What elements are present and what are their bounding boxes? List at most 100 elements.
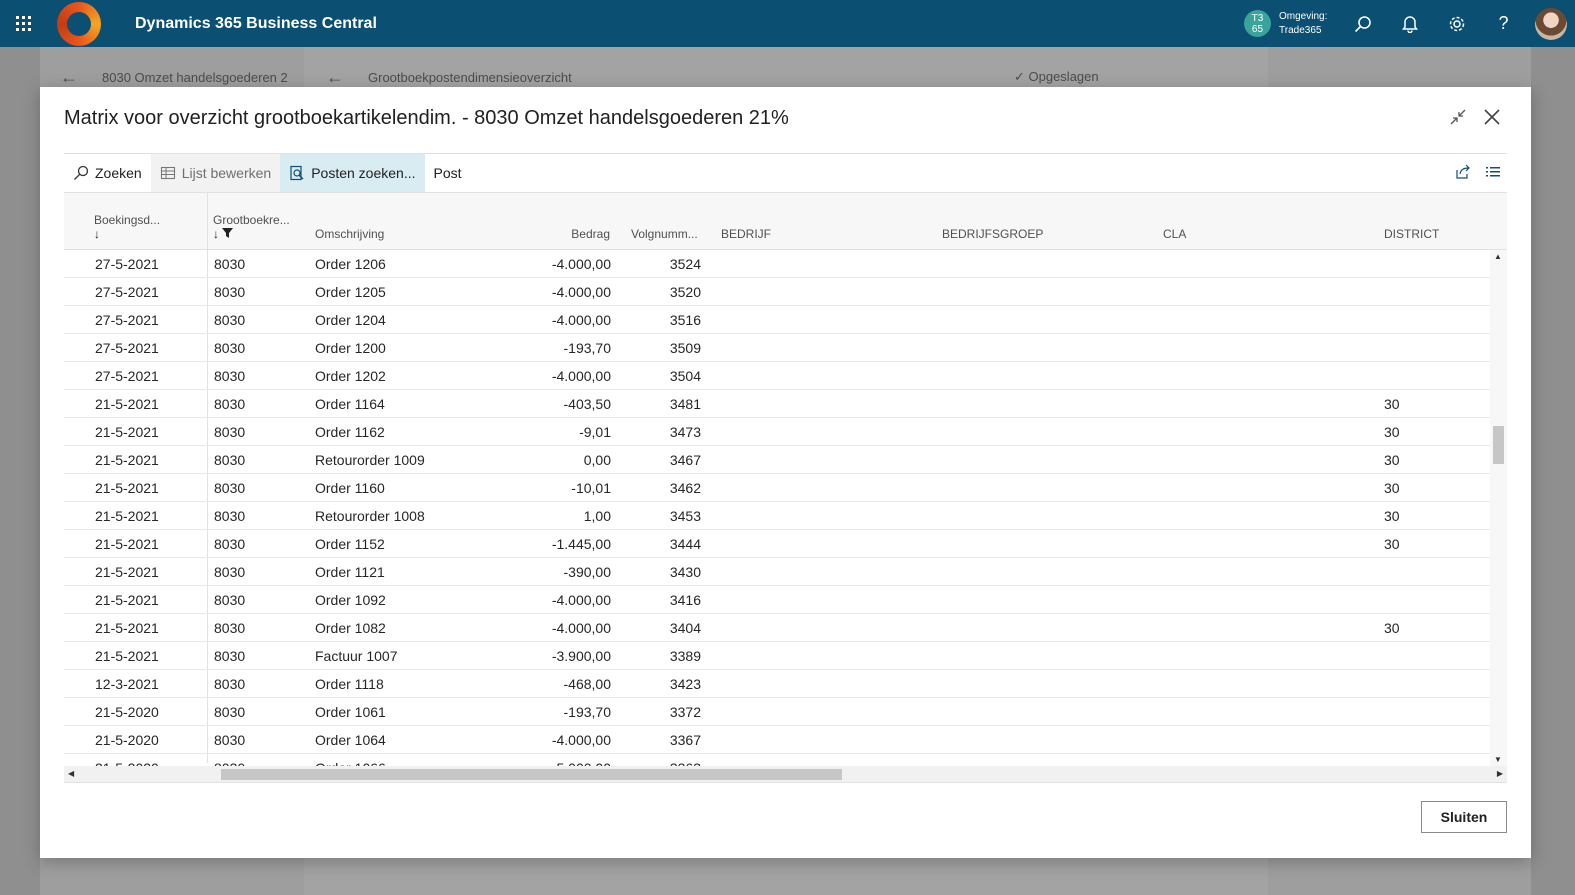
edit-list-icon (160, 166, 175, 180)
table-row[interactable]: 27-5-2021 8030 Order 1204 -4.000,00 3516 (64, 306, 1490, 334)
table-row[interactable]: 12-3-2021 8030 Order 1118 -468,00 3423 (64, 670, 1490, 698)
gear-icon (1449, 16, 1464, 31)
vertical-scroll-thumb[interactable] (1493, 426, 1504, 464)
cell-posting-date: 21-5-2020 (95, 704, 159, 720)
cell-gl-account: 8030 (214, 340, 246, 356)
cell-amount: -4.000,00 (551, 620, 611, 636)
cell-gl-account: 8030 (214, 704, 246, 720)
environment-name: Trade365 (1279, 24, 1322, 36)
cell-gl-account: 8030 (214, 368, 246, 384)
app-launcher-button[interactable] (0, 0, 47, 47)
cell-posting-date: 21-5-2021 (95, 396, 159, 412)
col-header-posting-date[interactable]: Boekingsd... ↓ (94, 213, 160, 241)
find-entries-action[interactable]: Posten zoeken... (280, 154, 425, 192)
table-row[interactable]: 21-5-2020 8030 Order 1061 -193,70 3372 (64, 698, 1490, 726)
cell-gl-account: 8030 (214, 592, 246, 608)
table-row[interactable]: 21-5-2021 8030 Order 1092 -4.000,00 3416 (64, 586, 1490, 614)
cell-description: Order 1152 (315, 536, 385, 552)
table-row[interactable]: 21-5-2021 8030 Order 1162 -9,01 3473 30 (64, 418, 1490, 446)
col-header-district[interactable]: DISTRICT (1384, 227, 1439, 241)
list-icon (1486, 166, 1500, 176)
cell-gl-account: 8030 (214, 676, 246, 692)
search-icon (74, 165, 89, 180)
table-row[interactable]: 27-5-2021 8030 Order 1205 -4.000,00 3520 (64, 278, 1490, 306)
cell-entry-no: 3430 (669, 564, 701, 580)
cell-amount: -1.445,00 (551, 536, 611, 552)
table-row[interactable]: 27-5-2021 8030 Order 1202 -4.000,00 3504 (64, 362, 1490, 390)
cell-amount: -4.000,00 (551, 284, 611, 300)
app-title[interactable]: Dynamics 365 Business Central (135, 15, 377, 33)
cell-entry-no: 3509 (669, 340, 701, 356)
close-button[interactable]: Sluiten (1421, 801, 1507, 833)
table-row[interactable]: 21-5-2021 8030 Order 1164 -403,50 3481 30 (64, 390, 1490, 418)
scroll-right-icon[interactable]: ▶ (1497, 769, 1503, 778)
col-header-cla[interactable]: CLA (1163, 227, 1186, 241)
background-page-2-title: Grootboekpostendimensieoverzicht (368, 69, 572, 85)
table-row[interactable]: 21-5-2021 8030 Order 1152 -1.445,00 3444 30 (64, 530, 1490, 558)
table-row[interactable]: 21-5-2021 8030 Order 1082 -4.000,00 3404 30 (64, 614, 1490, 642)
table-row[interactable]: 21-5-2021 8030 Order 1160 -10,01 3462 30 (64, 474, 1490, 502)
back-arrow-icon[interactable]: ← (60, 67, 78, 88)
share-button[interactable] (1455, 164, 1471, 183)
cell-entry-no: 3481 (669, 396, 701, 412)
col-header-bedrijf[interactable]: BEDRIJF (721, 227, 771, 241)
environment-badge[interactable]: T3 65 (1244, 10, 1271, 37)
cell-district: 30 (1384, 480, 1400, 496)
horizontal-scroll-thumb[interactable] (221, 769, 842, 780)
col-header-gl-account-label: Grootboekre... (213, 213, 290, 227)
horizontal-scrollbar[interactable]: ◀ ▶ (64, 766, 1507, 783)
cell-entry-no: 3416 (669, 592, 701, 608)
cell-description: Retourorder 1009 (315, 452, 425, 468)
cell-description: Order 1082 (315, 620, 386, 636)
scroll-down-icon[interactable]: ▼ (1494, 755, 1502, 764)
cell-amount: -193,70 (563, 704, 611, 720)
col-header-amount[interactable]: Bedrag (504, 227, 610, 241)
help-button[interactable]: ? (1480, 0, 1527, 47)
table-row[interactable]: 27-5-2021 8030 Order 1206 -4.000,00 3524 (64, 250, 1490, 278)
close-icon (1484, 109, 1500, 125)
cell-entry-no: 3367 (669, 732, 701, 748)
col-header-bedrijfsgroep[interactable]: BEDRIJFSGROEP (942, 227, 1043, 241)
post-action[interactable]: Post (425, 154, 471, 192)
cell-entry-no: 3473 (669, 424, 701, 440)
scroll-up-icon[interactable]: ▲ (1494, 252, 1502, 261)
cell-posting-date: 21-5-2020 (95, 732, 159, 748)
cell-gl-account: 8030 (214, 424, 246, 440)
waffle-icon (16, 16, 31, 31)
back-arrow-icon[interactable]: ← (326, 67, 344, 88)
close-dialog-button[interactable] (1481, 105, 1503, 129)
col-header-entry-no[interactable]: Volgnumm... (631, 227, 698, 241)
cell-district: 30 (1384, 396, 1400, 412)
col-header-description[interactable]: Omschrijving (315, 227, 384, 241)
table-row[interactable]: 21-5-2020 8030 Order 1064 -4.000,00 3367 (64, 726, 1490, 754)
notifications-button[interactable] (1386, 0, 1433, 47)
cell-amount: -9,01 (579, 424, 611, 440)
table-row[interactable]: 21-5-2021 8030 Order 1121 -390,00 3430 (64, 558, 1490, 586)
search-action[interactable]: Zoeken (64, 154, 151, 192)
search-button[interactable] (1339, 0, 1386, 47)
col-header-gl-account[interactable]: Grootboekre... ↓ (213, 213, 290, 241)
cell-posting-date: 12-3-2021 (95, 676, 159, 692)
vertical-scrollbar[interactable]: ▲ ▼ (1490, 250, 1507, 766)
table-row[interactable]: 21-5-2021 8030 Retourorder 1009 0,00 3467 30 (64, 446, 1490, 474)
cell-posting-date: 21-5-2021 (95, 452, 159, 468)
cell-description: Order 1206 (315, 256, 386, 272)
scroll-left-icon[interactable]: ◀ (68, 769, 74, 778)
user-avatar[interactable] (1535, 7, 1567, 40)
cell-description: Retourorder 1008 (315, 508, 425, 524)
list-view-button[interactable] (1485, 164, 1501, 183)
table-row[interactable]: 21-5-2021 8030 Factuur 1007 -3.900,00 3389 (64, 642, 1490, 670)
cell-description: Order 1118 (315, 676, 384, 692)
action-bar: Zoeken Lijst bewerken Posten zoeken... P… (64, 153, 1507, 193)
environment-info[interactable]: Omgeving: Trade365 (1279, 10, 1339, 38)
settings-button[interactable] (1433, 0, 1480, 47)
table-row[interactable]: 27-5-2021 8030 Order 1200 -193,70 3509 (64, 334, 1490, 362)
table-row[interactable]: 21-5-2021 8030 Retourorder 1008 1,00 3453 30 (64, 502, 1490, 530)
collapse-button[interactable] (1447, 105, 1469, 129)
cell-gl-account: 8030 (214, 396, 246, 412)
edit-list-action[interactable]: Lijst bewerken (150, 154, 281, 192)
cell-posting-date: 21-5-2021 (95, 508, 159, 524)
cell-description: Order 1205 (315, 284, 386, 300)
filter-icon (222, 228, 234, 238)
cell-entry-no: 3467 (669, 452, 701, 468)
